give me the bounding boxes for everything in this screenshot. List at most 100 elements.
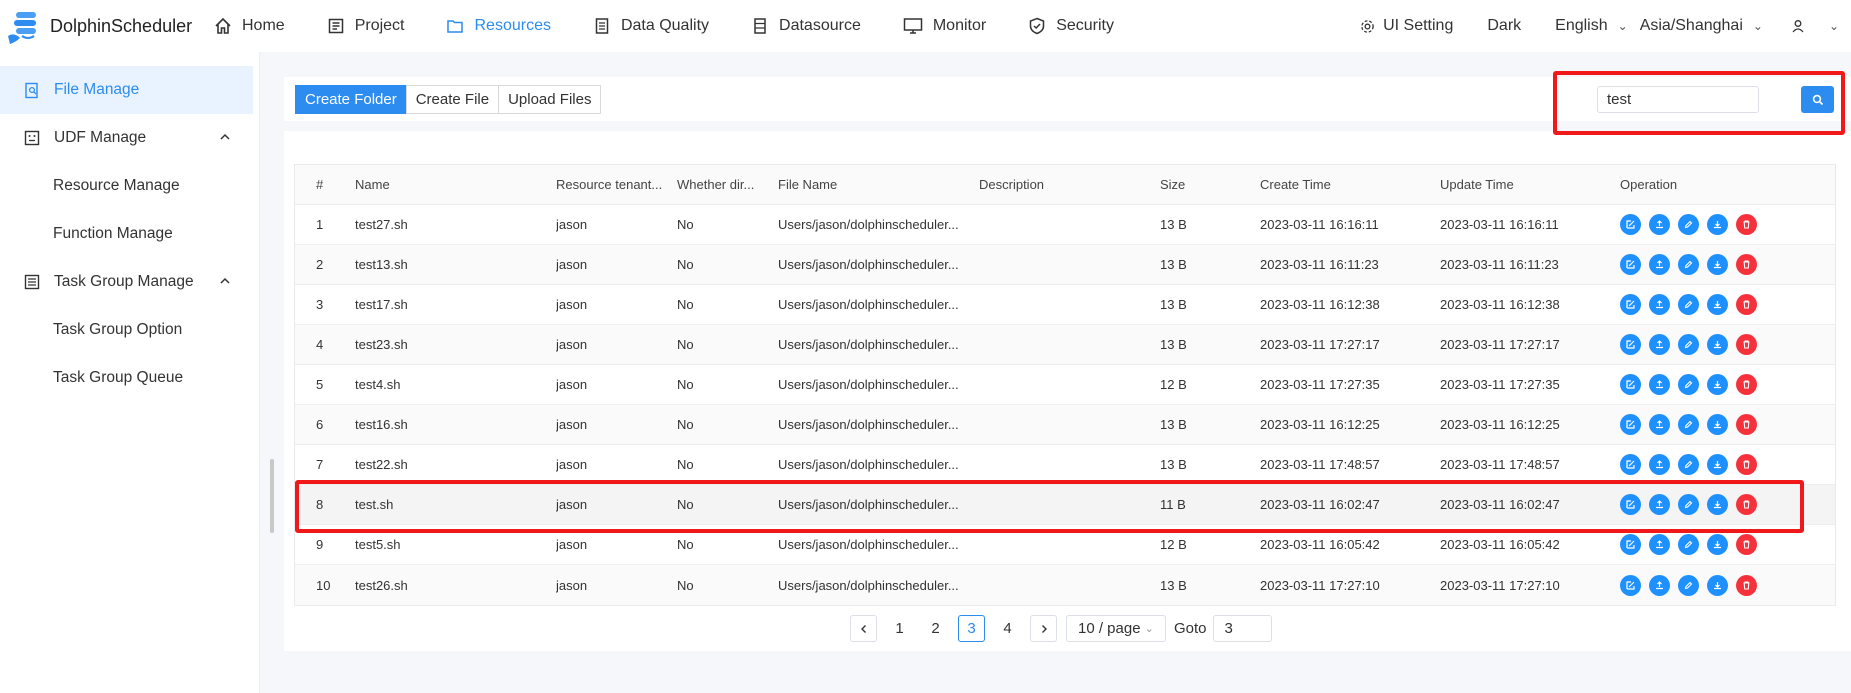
download-button[interactable]	[1707, 254, 1728, 275]
column-header: #	[316, 177, 324, 192]
create-file-button[interactable]: Create File	[405, 85, 500, 114]
nav-monitor[interactable]: Monitor	[903, 0, 986, 52]
delete-button[interactable]	[1736, 294, 1757, 315]
column-header: File Name	[778, 177, 838, 192]
edit-button[interactable]	[1620, 254, 1641, 275]
upload-button[interactable]	[1649, 454, 1670, 475]
sidebar-item-function-manage[interactable]: Function Manage	[0, 210, 259, 258]
page-2[interactable]: 2	[922, 615, 949, 642]
nav-project[interactable]: Project	[327, 0, 404, 52]
upload-button[interactable]	[1649, 494, 1670, 515]
table-row: 8 test.sh jason No Users/jason/dolphinschedu…	[295, 485, 1835, 525]
edit-button[interactable]	[1620, 214, 1641, 235]
edit-button[interactable]	[1620, 494, 1641, 515]
rename-button[interactable]	[1678, 454, 1699, 475]
rename-button[interactable]	[1678, 574, 1699, 596]
upload-button[interactable]	[1649, 214, 1670, 235]
download-button[interactable]	[1707, 454, 1728, 475]
search-button[interactable]	[1801, 86, 1834, 113]
nav-data-quality[interactable]: Data Quality	[593, 0, 709, 52]
upload-button[interactable]	[1649, 574, 1670, 596]
logo[interactable]: DolphinScheduler	[0, 6, 200, 46]
ui-setting-button[interactable]: UI Setting	[1360, 17, 1453, 35]
column-header: Update Time	[1440, 177, 1514, 192]
update-time-cell: 2023-03-11 17:48:57	[1440, 457, 1560, 472]
sidebar-item-task-group-queue[interactable]: Task Group Queue	[0, 354, 259, 402]
row-number: 5	[316, 377, 324, 392]
column-header: Description	[979, 177, 1045, 192]
download-button[interactable]	[1707, 534, 1728, 555]
rename-button[interactable]	[1678, 414, 1699, 435]
download-icon	[1714, 541, 1721, 549]
download-button[interactable]	[1707, 374, 1728, 395]
download-button[interactable]	[1707, 334, 1728, 355]
delete-button[interactable]	[1736, 374, 1757, 395]
download-button[interactable]	[1707, 414, 1728, 435]
sidebar-item-file-manage[interactable]: File Manage	[0, 66, 253, 114]
theme-toggle[interactable]: Dark	[1487, 17, 1521, 35]
edit-button[interactable]	[1620, 334, 1641, 355]
operation-cell	[1620, 254, 1820, 275]
edit-button[interactable]	[1620, 454, 1641, 475]
edit-button[interactable]	[1620, 294, 1641, 315]
sidebar-item-task-group-manage[interactable]: Task Group Manage	[0, 258, 259, 306]
edit-button[interactable]	[1620, 414, 1641, 435]
sidebar-item-udf-manage[interactable]: UDF Manage	[0, 114, 259, 162]
user-menu[interactable]: ⌄	[1791, 19, 1839, 33]
upload-button[interactable]	[1649, 414, 1670, 435]
rename-button[interactable]	[1678, 374, 1699, 395]
file-path-cell: Users/jason/dolphinscheduler...	[778, 377, 959, 392]
update-time-cell: 2023-03-11 16:11:23	[1440, 257, 1559, 272]
download-button[interactable]	[1707, 214, 1728, 235]
sidebar-item-resource-manage[interactable]: Resource Manage	[0, 162, 259, 210]
rename-button[interactable]	[1678, 254, 1699, 275]
download-button[interactable]	[1707, 574, 1728, 596]
language-dropdown[interactable]: English ⌄	[1555, 17, 1628, 35]
next-page-button[interactable]	[1030, 615, 1057, 642]
create-folder-button[interactable]: Create Folder	[295, 85, 407, 114]
rename-button[interactable]	[1678, 534, 1699, 555]
goto-page-input[interactable]: 3	[1212, 615, 1272, 642]
upload-button[interactable]	[1649, 334, 1670, 355]
nav-resources[interactable]: Resources	[446, 0, 551, 52]
search-input[interactable]: test	[1597, 86, 1759, 113]
tenant-cell: jason	[556, 297, 588, 312]
sidebar-scrollbar[interactable]	[270, 459, 274, 533]
page-size-select[interactable]: 10 / page ⌄	[1066, 615, 1166, 642]
page-1[interactable]: 1	[886, 615, 913, 642]
delete-button[interactable]	[1736, 494, 1757, 515]
delete-button[interactable]	[1736, 254, 1757, 275]
delete-button[interactable]	[1736, 454, 1757, 475]
delete-button[interactable]	[1736, 334, 1757, 355]
prev-page-button[interactable]	[850, 615, 877, 642]
download-button[interactable]	[1707, 294, 1728, 315]
page-3[interactable]: 3	[958, 615, 985, 642]
is-directory-cell: No	[677, 417, 694, 432]
rename-button[interactable]	[1678, 334, 1699, 355]
nav-security[interactable]: Security	[1028, 0, 1114, 52]
upload-button[interactable]	[1649, 254, 1670, 275]
nav-datasource[interactable]: Datasource	[751, 0, 861, 52]
upload-button[interactable]	[1649, 294, 1670, 315]
sidebar-item-task-group-option[interactable]: Task Group Option	[0, 306, 259, 354]
nav-home[interactable]: Home	[214, 0, 285, 52]
delete-button[interactable]	[1736, 414, 1757, 435]
rename-button[interactable]	[1678, 214, 1699, 235]
delete-button[interactable]	[1736, 534, 1757, 555]
upload-button[interactable]	[1649, 374, 1670, 395]
page-4[interactable]: 4	[994, 615, 1021, 642]
upload-files-button[interactable]: Upload Files	[498, 85, 602, 114]
rename-button[interactable]	[1678, 494, 1699, 515]
rename-button[interactable]	[1678, 294, 1699, 315]
timezone-dropdown[interactable]: Asia/Shanghai ⌄	[1640, 17, 1763, 35]
delete-button[interactable]	[1736, 214, 1757, 235]
edit-button[interactable]	[1620, 534, 1641, 555]
delete-button[interactable]	[1736, 574, 1757, 596]
download-button[interactable]	[1707, 494, 1728, 515]
edit-icon	[1626, 460, 1635, 469]
edit-button[interactable]	[1620, 574, 1641, 596]
edit-button[interactable]	[1620, 374, 1641, 395]
chevron-left-icon	[860, 624, 866, 633]
table-row: 9 test5.sh jason No Users/jason/dolphinsched…	[295, 525, 1835, 565]
upload-button[interactable]	[1649, 534, 1670, 555]
